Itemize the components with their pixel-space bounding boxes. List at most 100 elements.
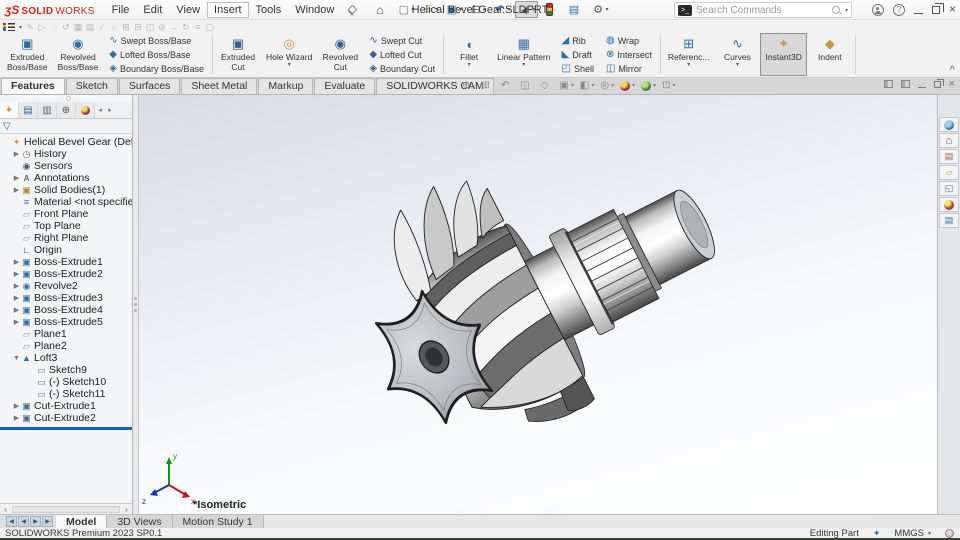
command-tab[interactable]: Features bbox=[1, 78, 65, 94]
tree-item[interactable]: Top Plane bbox=[0, 220, 132, 232]
user-account-icon[interactable] bbox=[871, 3, 884, 16]
command-tab[interactable]: Sketch bbox=[65, 78, 118, 94]
expand-arrow[interactable]: ▶ bbox=[12, 306, 21, 314]
first-tab-button[interactable]: ◀ bbox=[6, 516, 17, 527]
menu-item[interactable]: View bbox=[169, 2, 207, 18]
expand-arrow[interactable]: ▶ bbox=[12, 174, 21, 182]
mirror[interactable] bbox=[144, 22, 156, 33]
ribbon-button[interactable]: Instant3D ▾ bbox=[760, 33, 807, 76]
command-tab[interactable]: Sheet Metal bbox=[181, 78, 258, 94]
ribbon-button[interactable]: Referenc... ▾ bbox=[663, 33, 715, 76]
window-restore-button[interactable] bbox=[931, 2, 944, 14]
tree-item[interactable]: ▶ Boss-Extrude4 bbox=[0, 304, 132, 316]
search-commands-box[interactable]: >_ Search Commands ▾ bbox=[674, 2, 852, 18]
ribbon-button[interactable]: Indent ▾ bbox=[807, 33, 853, 76]
tree-item[interactable]: Material <not specified> bbox=[0, 196, 132, 208]
tag-icon[interactable] bbox=[945, 528, 954, 538]
show-pane-left-icon[interactable] bbox=[883, 80, 893, 88]
command-tab[interactable]: Evaluate bbox=[314, 78, 376, 94]
tree-item[interactable]: ▶ Annotations bbox=[0, 172, 132, 184]
dropdown-caret[interactable]: ▾ bbox=[522, 62, 525, 69]
ribbon-button[interactable]: Extruded Cut ▾ bbox=[215, 33, 261, 76]
offset[interactable] bbox=[192, 22, 204, 33]
search-input[interactable]: Search Commands bbox=[696, 5, 828, 16]
show-pane-right-icon[interactable] bbox=[900, 80, 910, 88]
filter-funnel-icon[interactable]: ▽ bbox=[3, 121, 11, 132]
view-tool[interactable]: ▾ bbox=[580, 80, 594, 91]
expand-arrow[interactable]: ▶ bbox=[12, 258, 21, 266]
tree-filter-bar[interactable]: ▽ bbox=[0, 119, 132, 134]
panel-tab-scroll-right[interactable]: ▸ bbox=[105, 102, 115, 118]
ribbon-button[interactable]: Hole Wizard ▾ bbox=[261, 33, 317, 76]
view-tool[interactable]: ▾ bbox=[520, 80, 534, 91]
view-tool[interactable]: ▾ bbox=[600, 80, 614, 91]
pattern-2[interactable] bbox=[84, 22, 96, 33]
ribbon-button[interactable]: Swept Cut ▾ bbox=[363, 34, 441, 47]
help-icon[interactable]: ? bbox=[892, 3, 905, 16]
ribbon-button[interactable]: Mirror ▾ bbox=[600, 62, 658, 75]
tree-item[interactable]: ▶ Revolve2 bbox=[0, 280, 132, 292]
scroll-right-arrow[interactable]: › bbox=[121, 505, 132, 514]
scrollbar-track[interactable] bbox=[12, 505, 120, 513]
dropdown-caret[interactable]: ▾ bbox=[632, 82, 635, 89]
tree-item[interactable]: Plane1 bbox=[0, 328, 132, 340]
tree-item[interactable]: ▶ Solid Bodies(1) bbox=[0, 184, 132, 196]
ribbon-button[interactable]: Extruded Boss/Base ▾ bbox=[2, 33, 53, 76]
prev-tab-button[interactable]: ◀ bbox=[18, 516, 29, 527]
units-dropdown-caret[interactable]: ▾ bbox=[928, 530, 931, 537]
quick-access-button[interactable]: ▾ bbox=[565, 2, 586, 17]
document-tab[interactable]: Model bbox=[56, 515, 108, 528]
panel-tab[interactable] bbox=[57, 102, 76, 118]
tree-item[interactable]: ▶ Cut-Extrude1 bbox=[0, 400, 132, 412]
toolbar-menu-icon[interactable] bbox=[3, 22, 15, 32]
document-tab[interactable]: Motion Study 1 bbox=[172, 515, 264, 528]
task-pane-tab[interactable] bbox=[939, 213, 959, 228]
document-tab[interactable]: 3D Views bbox=[107, 515, 173, 528]
unit-system-selector[interactable]: MMGS ▾ bbox=[894, 528, 931, 539]
dropdown-caret[interactable]: ▾ bbox=[591, 82, 594, 89]
tree-item[interactable]: ▶ Boss-Extrude5 bbox=[0, 316, 132, 328]
tree-item[interactable]: (-) Sketch10 bbox=[0, 376, 132, 388]
panel-tab[interactable] bbox=[38, 102, 57, 118]
grid-subtract[interactable] bbox=[132, 22, 144, 33]
rotate-copy[interactable] bbox=[180, 22, 192, 33]
next-tab-button[interactable]: ▶ bbox=[30, 516, 41, 527]
view-tool[interactable]: ▾ bbox=[559, 80, 574, 91]
expand-arrow[interactable]: ▶ bbox=[12, 270, 21, 278]
lasso[interactable] bbox=[48, 22, 60, 33]
ribbon-button[interactable]: Intersect ▾ bbox=[600, 48, 658, 61]
expand-arrow[interactable]: ▶ bbox=[12, 414, 21, 422]
trim[interactable] bbox=[156, 22, 168, 33]
task-pane-tab[interactable] bbox=[939, 133, 959, 148]
expand-arrow[interactable]: ▶ bbox=[12, 282, 21, 290]
rollback-bar[interactable] bbox=[0, 427, 132, 430]
quick-access-button[interactable]: ▾ bbox=[371, 2, 392, 17]
select-box[interactable] bbox=[204, 22, 216, 33]
window-close-button[interactable]: × bbox=[949, 3, 956, 15]
3d-model-canvas[interactable]: y x z bbox=[139, 95, 935, 514]
menu-item[interactable]: Tools bbox=[249, 2, 289, 18]
view-tool[interactable]: ▾ bbox=[641, 80, 656, 91]
document-minimize-button[interactable] bbox=[917, 80, 926, 88]
menu-item[interactable]: File bbox=[105, 2, 137, 18]
command-tab[interactable]: Surfaces bbox=[118, 78, 181, 94]
ribbon-button[interactable]: Boundary Boss/Base ▾ bbox=[103, 62, 210, 75]
tree-item[interactable]: Front Plane bbox=[0, 208, 132, 220]
dropdown-caret[interactable]: ▾ bbox=[571, 82, 574, 89]
expand-arrow[interactable]: ▶ bbox=[12, 186, 21, 194]
ribbon-button[interactable]: Swept Boss/Base ▾ bbox=[103, 34, 210, 47]
command-tab[interactable]: Markup bbox=[258, 78, 314, 94]
dropdown-caret[interactable]: ▾ bbox=[687, 62, 690, 69]
dropdown-caret[interactable]: ▾ bbox=[288, 62, 291, 69]
helical-bevel-gear-model[interactable] bbox=[308, 95, 756, 486]
cursor[interactable] bbox=[36, 22, 48, 33]
document-restore-button[interactable] bbox=[933, 78, 944, 88]
view-tool[interactable]: ▾ bbox=[481, 80, 494, 91]
tree-item[interactable]: Sketch9 bbox=[0, 364, 132, 376]
panel-tab-scroll-left[interactable]: ◂ bbox=[95, 102, 105, 118]
tree-item[interactable]: Sensors bbox=[0, 160, 132, 172]
tree-item[interactable]: (-) Sketch11 bbox=[0, 388, 132, 400]
ribbon-button[interactable]: Shell ▾ bbox=[556, 62, 600, 75]
last-tab-button[interactable]: ▶ bbox=[42, 516, 53, 527]
grid-add[interactable] bbox=[120, 22, 132, 33]
